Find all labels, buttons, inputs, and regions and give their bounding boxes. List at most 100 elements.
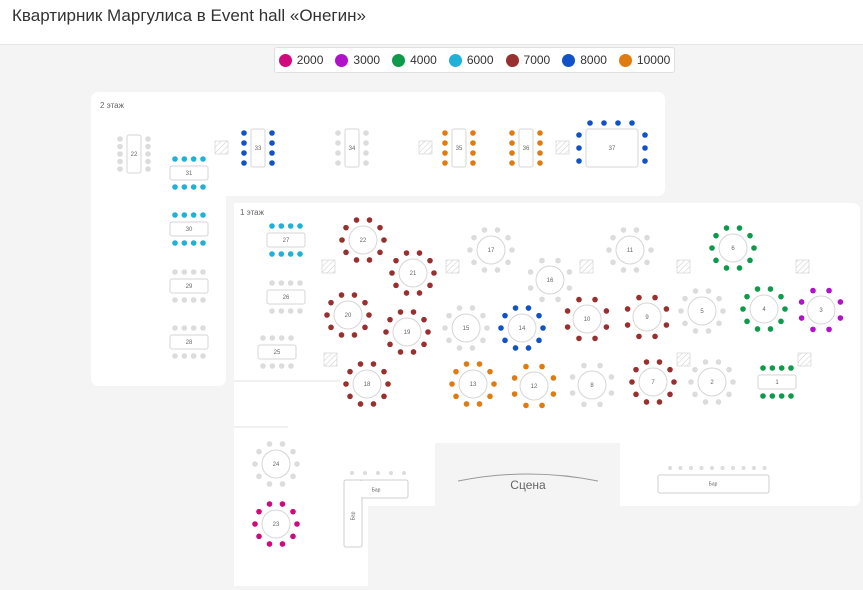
seat[interactable] [682,295,688,302]
seat[interactable] [610,234,616,241]
seat[interactable] [470,150,476,156]
seat[interactable] [723,225,730,231]
seat[interactable] [644,234,650,241]
seat[interactable] [769,393,776,399]
seat[interactable] [576,132,582,138]
seat[interactable] [442,150,448,156]
seat[interactable] [403,250,410,256]
seat[interactable] [269,150,275,156]
seat[interactable] [788,393,794,399]
seat[interactable] [421,316,427,323]
seat[interactable] [550,375,557,381]
seat[interactable] [370,401,377,407]
seat[interactable] [370,361,377,367]
seat[interactable] [667,366,673,373]
seat[interactable] [581,401,587,408]
seat[interactable] [363,130,369,136]
seat[interactable] [564,324,571,330]
seat[interactable] [716,320,722,327]
seat[interactable] [778,393,785,399]
seat[interactable] [476,361,483,367]
seat[interactable] [181,325,188,331]
seat[interactable] [269,140,275,146]
seat[interactable] [713,257,719,264]
seat[interactable] [190,269,197,275]
seat[interactable] [692,328,699,334]
seat[interactable] [576,158,582,164]
seat[interactable] [290,533,296,540]
seat[interactable] [730,379,736,385]
seat[interactable] [288,335,294,341]
seat[interactable] [241,140,247,146]
seat[interactable] [581,362,587,369]
seat[interactable] [339,237,345,243]
seat[interactable] [145,136,151,142]
seat[interactable] [335,160,341,166]
seat[interactable] [278,308,285,314]
seat[interactable] [117,136,123,142]
seat[interactable] [715,399,722,405]
seat[interactable] [633,391,639,398]
seat[interactable] [117,151,123,157]
seat[interactable] [190,297,197,303]
seat[interactable] [636,294,642,301]
seat[interactable] [269,160,275,166]
seat[interactable] [335,150,341,156]
seat[interactable] [338,292,345,298]
seat[interactable] [539,402,545,409]
seat[interactable] [692,391,698,398]
seat[interactable] [494,267,501,273]
seat[interactable] [566,269,573,275]
seat[interactable] [410,349,417,355]
seat[interactable] [397,309,404,315]
seat[interactable] [620,267,627,273]
seat[interactable] [324,312,330,318]
seat[interactable] [393,282,399,289]
seat[interactable] [644,259,650,266]
seat[interactable] [366,217,373,223]
seat[interactable] [190,184,197,190]
seat[interactable] [754,286,761,292]
seat[interactable] [705,288,712,294]
seat[interactable] [343,249,349,256]
seat[interactable] [117,166,123,172]
seat[interactable] [720,308,726,314]
seat[interactable] [279,481,286,487]
seat[interactable] [511,375,518,381]
seat[interactable] [362,299,368,306]
seat[interactable] [416,290,423,296]
seat[interactable] [633,227,640,233]
seat[interactable] [726,366,732,373]
seat[interactable] [569,374,576,380]
seat[interactable] [509,150,515,156]
seat[interactable] [383,329,389,335]
seat[interactable] [410,309,417,315]
seat[interactable] [363,160,369,166]
seat[interactable] [357,361,364,367]
seat[interactable] [172,156,178,162]
seat[interactable] [467,247,473,253]
seat[interactable] [663,306,670,312]
seat[interactable] [343,381,349,387]
seat[interactable] [536,312,542,319]
seat[interactable] [200,269,206,275]
seat[interactable] [826,287,832,294]
seat[interactable] [442,130,448,136]
seat[interactable] [260,363,266,369]
seat[interactable] [480,312,486,319]
seat[interactable] [200,156,206,162]
seat[interactable] [810,287,816,294]
seat[interactable] [642,158,648,164]
seat[interactable] [688,379,694,385]
seat[interactable] [256,533,262,540]
seat[interactable] [427,282,433,289]
seat[interactable] [656,359,663,365]
seat[interactable] [363,140,369,146]
seat[interactable] [381,368,387,375]
seat[interactable] [597,401,603,408]
seat[interactable] [484,325,490,331]
seat[interactable] [347,368,353,375]
seat[interactable] [624,306,631,312]
seat[interactable] [172,325,178,331]
seat[interactable] [446,337,452,344]
